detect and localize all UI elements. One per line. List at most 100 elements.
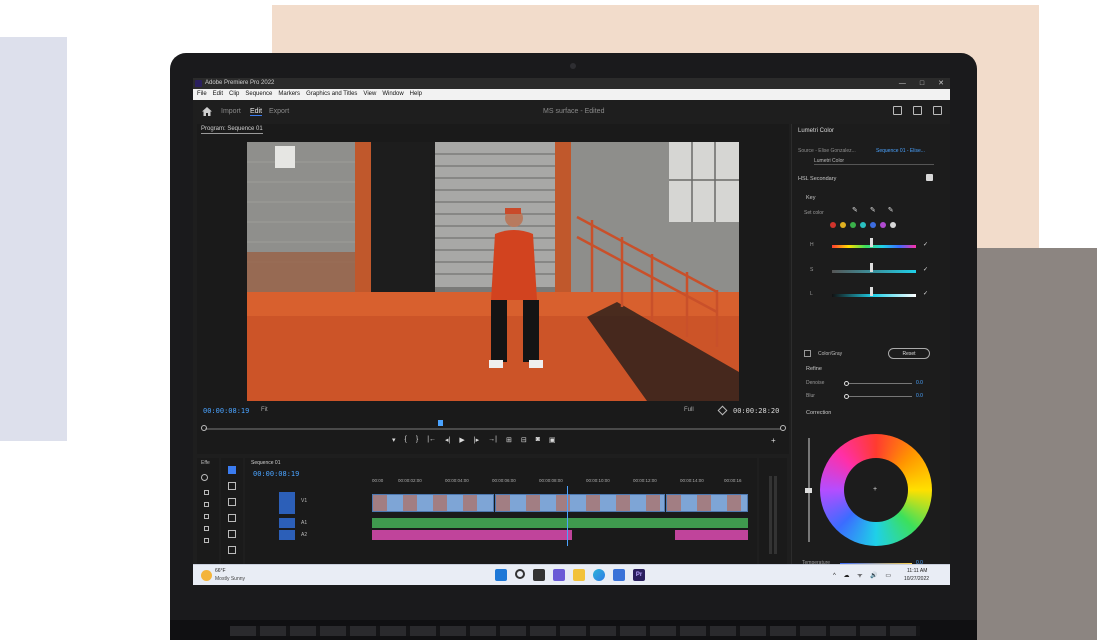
premiere-icon[interactable]: Pr [633, 569, 645, 581]
minimize-button[interactable]: — [899, 78, 906, 89]
export-frame-button[interactable]: ◙ [536, 436, 540, 444]
menu-edit[interactable]: Edit [213, 89, 223, 100]
slip-tool-icon[interactable] [228, 530, 236, 538]
denoise-slider[interactable] [846, 383, 912, 384]
mark-in-button[interactable]: { [405, 436, 407, 444]
luminance-check-icon[interactable]: ✓ [923, 290, 928, 297]
track-select-tool-icon[interactable] [228, 482, 236, 490]
swatch-cyan[interactable] [860, 222, 866, 228]
marker-button[interactable]: ▾ [392, 436, 396, 444]
tab-import[interactable]: Import [221, 108, 241, 115]
maximize-button[interactable]: □ [920, 78, 924, 89]
home-icon[interactable] [202, 107, 212, 116]
folder-icon[interactable] [204, 538, 209, 543]
extract-button[interactable]: ⊟ [521, 436, 527, 444]
fullscreen-icon[interactable] [933, 106, 942, 115]
task-view-icon[interactable] [533, 569, 545, 581]
video-clip[interactable] [666, 494, 748, 512]
ripple-edit-tool-icon[interactable] [228, 498, 236, 506]
blur-value[interactable]: 0.0 [916, 393, 923, 399]
folder-icon[interactable] [204, 526, 209, 531]
menu-file[interactable]: File [197, 89, 207, 100]
eyedropper-icon[interactable]: ✎ [852, 206, 858, 214]
swatch-yellow[interactable] [840, 222, 846, 228]
scrub-end-handle[interactable] [780, 425, 786, 431]
menu-help[interactable]: Help [410, 89, 422, 100]
key-section-heading[interactable]: Key [806, 195, 815, 201]
color-gray-checkbox[interactable] [804, 350, 811, 357]
menu-window[interactable]: Window [382, 89, 403, 100]
weather-sun-icon[interactable] [201, 570, 212, 581]
reset-button[interactable]: Reset [888, 348, 930, 359]
eyedropper-add-icon[interactable]: ✎ [870, 206, 876, 214]
windows-start-icon[interactable] [495, 569, 507, 581]
go-to-in-button[interactable]: |← [427, 436, 436, 444]
luminance-slider-handle[interactable] [870, 287, 873, 296]
audio-clip-a1[interactable] [372, 518, 748, 528]
scrub-start-handle[interactable] [201, 425, 207, 431]
swatch-red[interactable] [830, 222, 836, 228]
timeline-timecode[interactable]: 00:00:08:19 [253, 470, 299, 478]
settings-wrench-icon[interactable] [717, 405, 728, 416]
program-current-timecode[interactable]: 00:00:08:19 [203, 407, 249, 415]
folder-icon[interactable] [204, 502, 209, 507]
playhead-marker[interactable] [438, 420, 443, 426]
hue-slider-handle[interactable] [870, 238, 873, 247]
step-back-button[interactable]: ◂| [445, 436, 450, 444]
mark-out-button[interactable]: } [416, 436, 418, 444]
timeline-sequence-tab[interactable]: Sequence 01 [251, 460, 280, 466]
track-header-a1[interactable] [279, 518, 295, 528]
store-icon[interactable] [613, 569, 625, 581]
fit-dropdown[interactable]: Fit [261, 407, 268, 413]
search-icon[interactable] [201, 474, 208, 481]
color-wheel-crosshair-icon[interactable]: + [873, 486, 877, 493]
audio-clip-a2[interactable] [675, 530, 748, 540]
audio-clip-a2[interactable] [372, 530, 572, 540]
blur-slider-knob[interactable] [844, 394, 849, 399]
program-scrub-bar[interactable] [205, 428, 781, 430]
effects-panel-tab[interactable]: Effe [201, 460, 210, 466]
timeline-playhead[interactable] [567, 486, 568, 546]
play-button[interactable]: ▶ [459, 436, 464, 444]
lift-button[interactable]: ⊞ [506, 436, 512, 444]
video-clip[interactable] [495, 494, 665, 512]
lumetri-effect-dropdown[interactable]: Lumetri Color [814, 158, 934, 165]
hsl-secondary-checkbox[interactable] [926, 174, 933, 181]
menu-graphics[interactable]: Graphics and Titles [306, 89, 357, 100]
file-explorer-icon[interactable] [573, 569, 585, 581]
correction-vertical-slider-knob[interactable] [805, 488, 812, 493]
correction-section-heading[interactable]: Correction [806, 410, 831, 416]
swatch-magenta[interactable] [880, 222, 886, 228]
close-button[interactable]: ✕ [938, 78, 944, 89]
hue-check-icon[interactable]: ✓ [923, 241, 928, 248]
color-gray-dropdown[interactable]: Color/Gray [818, 351, 842, 357]
video-clip[interactable] [372, 494, 494, 512]
swatch-green[interactable] [850, 222, 856, 228]
menu-clip[interactable]: Clip [229, 89, 239, 100]
denoise-slider-knob[interactable] [844, 381, 849, 386]
tab-edit[interactable]: Edit [250, 108, 263, 116]
compare-button[interactable]: ▣ [549, 436, 556, 444]
program-monitor-tab[interactable]: Program: Sequence 01 [201, 126, 263, 134]
clock-date[interactable]: 10/27/2022 [904, 576, 929, 582]
weather-temperature[interactable]: 66°F [215, 568, 226, 574]
razor-tool-icon[interactable] [228, 514, 236, 522]
selection-tool-icon[interactable] [228, 466, 236, 474]
resolution-dropdown[interactable]: Full [684, 407, 694, 413]
saturation-slider-handle[interactable] [870, 263, 873, 272]
step-forward-button[interactable]: |▸ [474, 436, 479, 444]
menu-view[interactable]: View [363, 89, 376, 100]
pen-tool-icon[interactable] [228, 546, 236, 554]
tab-export[interactable]: Export [269, 108, 289, 115]
panel-icon[interactable] [893, 106, 902, 115]
eyedropper-subtract-icon[interactable]: ✎ [888, 206, 894, 214]
lumetri-panel-title[interactable]: Lumetri Color [798, 128, 834, 134]
hue-slider[interactable] [832, 245, 916, 248]
share-icon[interactable] [913, 106, 922, 115]
denoise-value[interactable]: 0.0 [916, 380, 923, 386]
blur-slider[interactable] [846, 396, 912, 397]
saturation-check-icon[interactable]: ✓ [923, 266, 928, 273]
add-button[interactable]: + [771, 436, 776, 445]
lumetri-sequence-label[interactable]: Sequence 01 - Elise... [876, 148, 925, 154]
saturation-slider[interactable] [832, 270, 916, 273]
